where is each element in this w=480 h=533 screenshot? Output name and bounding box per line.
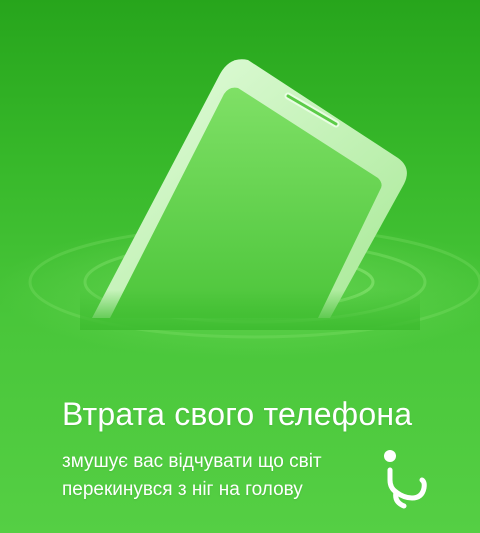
inverted-question-mark-icon [384,450,427,509]
subline-1: змушує вас відчувати що світ [62,451,322,472]
subline-2: перекинувся з ніг на голову [62,479,303,500]
poster: Втрата свого телефона змушує вас відчува… [0,0,480,533]
headline: Втрата свого телефона [62,396,413,432]
